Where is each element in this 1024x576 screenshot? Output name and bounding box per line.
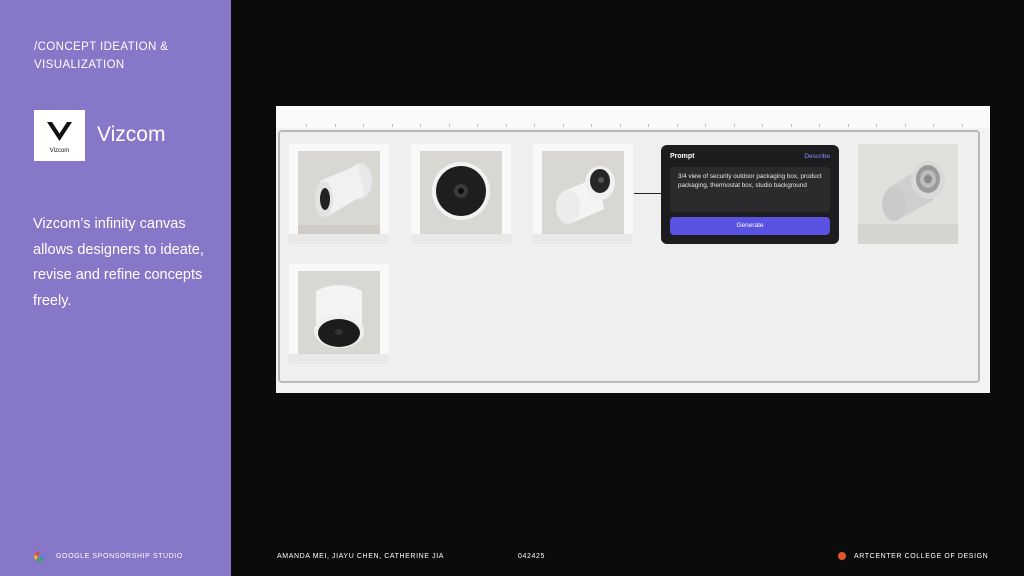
ruler-tick xyxy=(420,124,421,127)
camera-front-icon xyxy=(432,162,490,220)
ruler-tick xyxy=(790,124,792,127)
ruler-tick xyxy=(334,124,336,127)
ruler-tick xyxy=(819,124,820,127)
footer: GOOGLE SPONSORSHIP STUDIO AMANDA MEI, JI… xyxy=(0,550,1024,566)
generated-render[interactable] xyxy=(858,144,958,244)
footer-date: 042425 xyxy=(518,553,545,560)
ruler-tick xyxy=(591,124,592,127)
logo-wordmark: Vizcom xyxy=(49,148,70,154)
camera-render-side[interactable] xyxy=(289,144,389,244)
footer-studio: GOOGLE SPONSORSHIP STUDIO xyxy=(56,553,183,560)
ruler-tick xyxy=(391,124,393,127)
left-panel: /CONCEPT IDEATION & VISUALIZATION Vizcom… xyxy=(0,0,231,576)
ruler-tick xyxy=(904,124,906,127)
prompt-title: Prompt xyxy=(670,153,695,160)
camera-render-front[interactable] xyxy=(411,144,511,244)
ruler-tick xyxy=(676,124,678,127)
ruler-tick xyxy=(847,124,849,127)
ruler-tick xyxy=(505,124,507,127)
ruler-tick xyxy=(363,124,364,127)
artcenter-dot-icon xyxy=(838,552,846,560)
node-connector xyxy=(634,193,662,194)
camera-generated-icon xyxy=(858,161,958,244)
ruler-tick xyxy=(733,124,735,127)
render-image xyxy=(298,151,380,235)
camera-angle-icon xyxy=(556,166,615,224)
camera-render-angle[interactable] xyxy=(533,144,633,244)
brand-name: Vizcom xyxy=(97,123,166,146)
camera-bottom-icon xyxy=(314,285,364,348)
render-image xyxy=(420,151,502,235)
section-title: /CONCEPT IDEATION & VISUALIZATION xyxy=(34,41,169,71)
render-image xyxy=(542,151,624,235)
prompt-input[interactable]: 3/4 view of security outdoor packaging b… xyxy=(670,167,830,212)
generate-button[interactable]: Generate xyxy=(670,217,830,235)
ruler-tick xyxy=(705,124,706,127)
render-image xyxy=(298,271,380,355)
vizcom-logo: Vizcom xyxy=(34,110,85,161)
description-text: Vizcom’s infinity canvas allows designer… xyxy=(33,216,204,309)
camera-render-bottom[interactable] xyxy=(289,264,389,364)
ruler-tick xyxy=(534,124,535,127)
ruler-tick xyxy=(477,124,478,127)
ruler-tick xyxy=(961,124,963,127)
ruler-tick xyxy=(762,124,763,127)
describe-link[interactable]: Describe xyxy=(804,153,830,160)
ruler-tick xyxy=(648,124,649,127)
footer-authors: AMANDA MEI, JIAYU CHEN, CATHERINE JIA xyxy=(277,553,445,560)
render-image xyxy=(858,144,958,244)
canvas-ruler xyxy=(276,106,990,128)
prompt-card[interactable]: Prompt Describe 3/4 view of security out… xyxy=(661,145,839,244)
vizcom-v-icon xyxy=(47,122,72,141)
ruler-tick xyxy=(619,124,621,127)
google-icon xyxy=(34,551,45,562)
ruler-tick xyxy=(306,124,307,127)
ruler-tick xyxy=(876,124,877,127)
footer-college: ARTCENTER COLLEGE OF DESIGN xyxy=(854,553,989,560)
ruler-tick xyxy=(933,124,934,127)
ruler-tick xyxy=(448,124,450,127)
camera-side-icon xyxy=(298,163,380,235)
ruler-tick xyxy=(562,124,564,127)
